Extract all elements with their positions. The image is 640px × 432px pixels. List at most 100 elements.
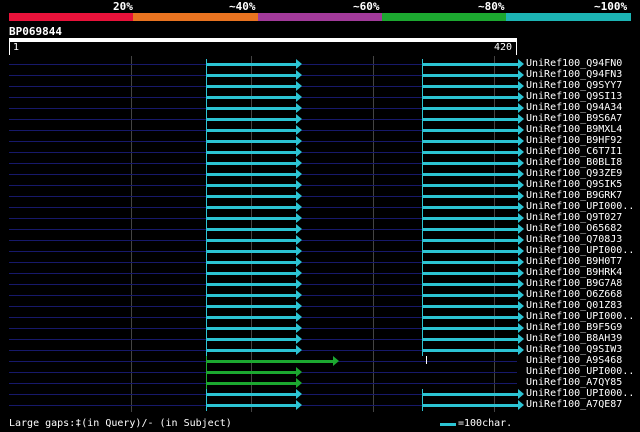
segment-arrow-icon	[296, 345, 302, 355]
hit-segment[interactable]	[206, 268, 302, 279]
hit-segment[interactable]	[422, 158, 524, 169]
hit-segment[interactable]	[206, 81, 302, 92]
segment-arrow-icon	[518, 59, 524, 69]
hit-segment[interactable]	[206, 323, 302, 334]
hit-segment[interactable]	[422, 246, 524, 257]
hit-segment[interactable]	[422, 235, 524, 246]
hit-segment[interactable]	[422, 202, 524, 213]
hit-segment[interactable]	[422, 180, 524, 191]
hit-segment[interactable]	[422, 312, 524, 323]
footer-legend: Large gaps:‡(in Query)/- (in Subject)	[9, 418, 232, 429]
scale-label-40: ~40%	[229, 0, 256, 13]
hit-name-link[interactable]: UniRef100_A7QE87	[526, 399, 622, 411]
hit-segment[interactable]	[422, 389, 524, 400]
hit-segment[interactable]	[206, 213, 302, 224]
hit-segment[interactable]	[206, 202, 302, 213]
segment-start-tick	[206, 114, 207, 125]
hit-segment[interactable]	[206, 224, 302, 235]
segment-start-tick	[206, 301, 207, 312]
segment-arrow-icon	[296, 81, 302, 91]
hit-segment[interactable]	[206, 70, 302, 81]
hit-segment[interactable]	[206, 378, 302, 389]
hit-segment[interactable]	[422, 323, 524, 334]
segment-start-tick	[206, 290, 207, 301]
hit-segment[interactable]	[422, 114, 524, 125]
segment-start-tick	[422, 125, 423, 136]
hit-segment[interactable]	[206, 290, 302, 301]
hit-segment[interactable]	[422, 279, 524, 290]
hit-segment[interactable]	[422, 257, 524, 268]
hit-segment[interactable]	[422, 92, 524, 103]
segment-arrow-icon	[296, 180, 302, 190]
segment-start-tick	[206, 367, 207, 378]
hit-segment[interactable]	[206, 125, 302, 136]
hit-segment[interactable]	[422, 290, 524, 301]
hit-segment[interactable]	[422, 147, 524, 158]
hit-segment[interactable]	[422, 59, 524, 70]
hit-segment[interactable]	[206, 356, 339, 367]
hit-segment[interactable]	[422, 268, 524, 279]
segment-start-tick	[206, 356, 207, 367]
hit-segment[interactable]	[422, 136, 524, 147]
segment-start-tick	[422, 279, 423, 290]
hit-segment[interactable]	[422, 213, 524, 224]
segment-start-tick	[422, 147, 423, 158]
hit-segment[interactable]	[422, 103, 524, 114]
hit-segment[interactable]	[422, 400, 524, 411]
segment-start-tick	[206, 213, 207, 224]
hit-segment[interactable]	[206, 334, 302, 345]
hit-segment[interactable]	[206, 246, 302, 257]
hit-segment[interactable]	[422, 169, 524, 180]
segment-start-tick	[422, 158, 423, 169]
segment-arrow-icon	[518, 246, 524, 256]
hit-segment[interactable]	[206, 191, 302, 202]
query-track	[9, 42, 517, 55]
hit-segment[interactable]	[206, 367, 302, 378]
hit-segment[interactable]	[422, 70, 524, 81]
segment-arrow-icon	[296, 169, 302, 179]
hit-segment[interactable]	[206, 169, 302, 180]
segment-start-tick	[206, 378, 207, 389]
segment-arrow-icon	[518, 191, 524, 201]
segment-start-tick	[206, 279, 207, 290]
segment-start-tick	[206, 345, 207, 356]
hit-segment[interactable]	[206, 257, 302, 268]
hit-segment[interactable]	[206, 158, 302, 169]
hit-segment[interactable]	[422, 191, 524, 202]
hit-segment[interactable]	[206, 235, 302, 246]
hit-row[interactable]: UniRef100_A7QE87	[0, 399, 640, 411]
hit-segment[interactable]	[206, 114, 302, 125]
hit-segment[interactable]	[422, 224, 524, 235]
hit-segment[interactable]	[206, 147, 302, 158]
segment-arrow-icon	[518, 312, 524, 322]
hit-segment[interactable]	[206, 312, 302, 323]
gap-marker-icon	[426, 356, 427, 364]
segment-arrow-icon	[518, 136, 524, 146]
hit-segment[interactable]	[206, 301, 302, 312]
segment-arrow-icon	[296, 224, 302, 234]
hit-segment[interactable]	[422, 125, 524, 136]
hit-segment[interactable]	[206, 345, 302, 356]
hit-segment[interactable]	[206, 400, 302, 411]
hit-segment[interactable]	[206, 103, 302, 114]
segment-arrow-icon	[296, 70, 302, 80]
hit-segment[interactable]	[206, 59, 302, 70]
segment-start-tick	[422, 92, 423, 103]
hit-segment[interactable]	[422, 345, 524, 356]
hit-segment[interactable]	[206, 180, 302, 191]
hit-segment[interactable]	[422, 81, 524, 92]
segment-start-tick	[206, 136, 207, 147]
hit-segment[interactable]	[206, 136, 302, 147]
hit-segment[interactable]	[206, 389, 302, 400]
hit-segment[interactable]	[206, 92, 302, 103]
hit-segment[interactable]	[422, 334, 524, 345]
segment-arrow-icon	[518, 180, 524, 190]
query-name: BP069844	[9, 25, 62, 38]
hit-segment[interactable]	[206, 279, 302, 290]
segment-start-tick	[422, 389, 423, 400]
segment-start-tick	[206, 235, 207, 246]
query-start: 1	[13, 42, 20, 53]
segment-arrow-icon	[518, 114, 524, 124]
hit-segment[interactable]	[422, 301, 524, 312]
segment-start-tick	[206, 180, 207, 191]
